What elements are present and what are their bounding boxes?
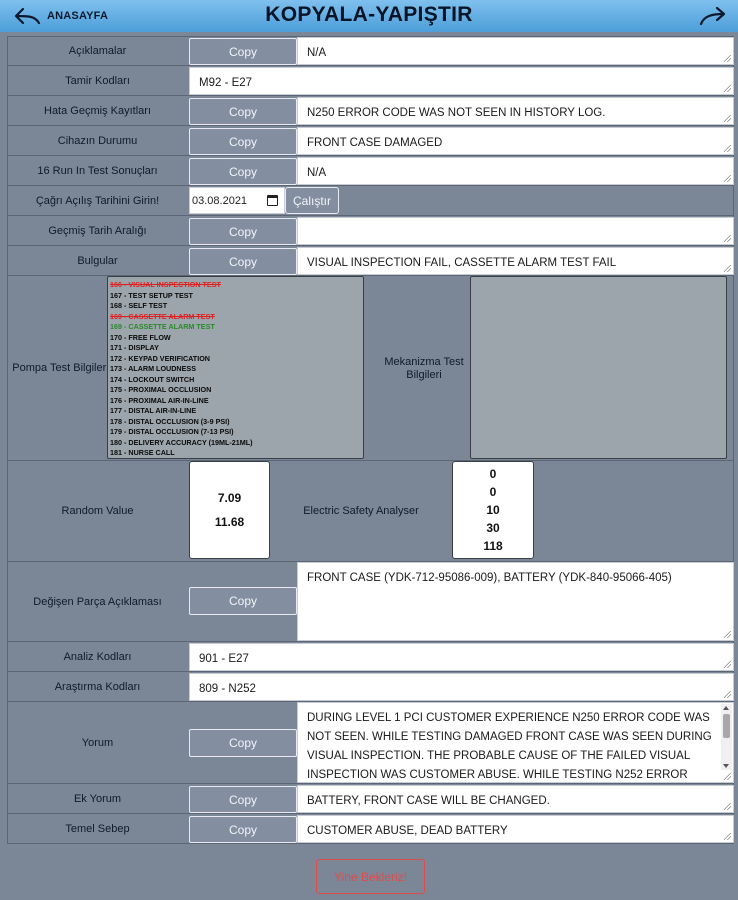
random-value-1: 7.09: [217, 491, 242, 505]
analiz-kodlari-field[interactable]: 901 - E27: [189, 643, 734, 671]
row-ek-yorum: Ek Yorum Copy BATTERY, FRONT CASE WILL B…: [7, 784, 734, 814]
degisen-parca-copy-button[interactable]: Copy: [189, 587, 297, 615]
pump-test-item: 181 - NURSE CALL: [110, 448, 175, 457]
row-bulgular: Bulgular Copy VISUAL INSPECTION FAIL, CA…: [7, 246, 734, 276]
row-values: Random Value Electric Safety Analyser: [7, 461, 734, 562]
yorum-label: Yorum: [81, 736, 114, 749]
mechanism-test-list[interactable]: [470, 276, 727, 459]
electric-value-4: 30: [486, 521, 500, 535]
ek-yorum-field[interactable]: BATTERY, FRONT CASE WILL BE CHANGED.: [297, 785, 734, 813]
cihaz-durumu-field[interactable]: FRONT CASE DAMAGED: [297, 127, 734, 155]
bulgular-label: Bulgular: [77, 254, 118, 267]
pump-test-item: 169 - CASSETTE ALARM TEST: [110, 311, 215, 321]
pump-test-item: 171 - DISPLAY: [110, 343, 159, 352]
pump-test-item: 176 - PROXIMAL AIR-IN-LINE: [110, 395, 209, 405]
yorum-copy-button[interactable]: Copy: [189, 729, 297, 757]
pump-test-item: 175 - PROXIMAL OCCLUSION: [110, 385, 212, 394]
yine-bekleriz-button[interactable]: Yine Bekleriz!: [316, 859, 425, 894]
tamir-kodlari-label: Tamir Kodları: [65, 74, 130, 87]
forward-button[interactable]: [698, 5, 726, 27]
row-gecmis-tarih: Geçmiş Tarih Aralığı Copy: [7, 216, 734, 246]
row-cagri-tarih: Çağrı Açılış Tarihini Girin! 03.08.2021 …: [7, 186, 734, 216]
pump-test-item: 168 - SELF TEST: [110, 301, 168, 310]
aciklamalar-label: Açıklamalar: [68, 44, 127, 57]
yorum-scrollbar[interactable]: [721, 704, 732, 770]
degisen-parca-label: Değişen Parça Açıklaması: [33, 595, 162, 608]
gecmis-tarih-field[interactable]: [297, 217, 734, 245]
pump-test-item: 172 - KEYPAD VERIFICATION: [110, 353, 210, 363]
date-value: 03.08.2021: [192, 194, 248, 207]
forward-arrow-icon: [699, 6, 726, 26]
pump-test-item: 169 - CASSETTE ALARM TEST: [110, 322, 215, 331]
random-value-box: 7.09 11.68: [189, 461, 270, 559]
scroll-up-icon[interactable]: [723, 706, 729, 710]
row-arastirma-kodlari: Araştırma Kodları 809 - N252: [7, 672, 734, 702]
calendar-icon[interactable]: [267, 195, 278, 206]
row-aciklamalar: Açıklamalar Copy N/A: [7, 36, 734, 66]
pompa-test-label: Pompa Test Bilgileri: [12, 362, 109, 374]
degisen-parca-field[interactable]: FRONT CASE (YDK-712-95086-009), BATTERY …: [297, 562, 734, 641]
bulgular-copy-button[interactable]: Copy: [189, 248, 297, 275]
pump-test-item: 170 - FREE FLOW: [110, 332, 171, 342]
cihaz-durumu-label: Cihazın Durumu: [57, 134, 138, 147]
temel-sebep-copy-button[interactable]: Copy: [189, 816, 297, 843]
electric-value-2: 0: [489, 485, 497, 499]
run-in-copy-button[interactable]: Copy: [189, 158, 297, 185]
temel-sebep-field[interactable]: CUSTOMER ABUSE, DEAD BATTERY: [297, 815, 734, 843]
yorum-field[interactable]: DURING LEVEL 1 PCI CUSTOMER EXPERIENCE N…: [297, 702, 734, 783]
pump-test-item: 167 - TEST SETUP TEST: [110, 290, 193, 300]
scroll-thumb[interactable]: [723, 714, 730, 738]
aciklamalar-copy-button[interactable]: Copy: [189, 38, 297, 65]
pump-test-item: 178 - DISTAL OCCLUSION (3-9 PSI): [110, 416, 230, 426]
yorum-text: DURING LEVEL 1 PCI CUSTOMER EXPERIENCE N…: [307, 712, 712, 781]
header-bar: ANASAYFA KOPYALA-YAPIŞTIR: [0, 0, 738, 32]
arastirma-kodlari-field[interactable]: 809 - N252: [189, 673, 734, 701]
pump-test-item: 177 - DISTAL AIR-IN-LINE: [110, 406, 197, 415]
gecmis-tarih-label: Geçmiş Tarih Aralığı: [48, 224, 147, 237]
date-input[interactable]: 03.08.2021: [189, 187, 285, 214]
random-value-2: 11.68: [214, 515, 245, 529]
ek-yorum-copy-button[interactable]: Copy: [189, 786, 297, 813]
cihaz-durumu-copy-button[interactable]: Copy: [189, 128, 297, 155]
hata-gecmis-copy-button[interactable]: Copy: [189, 98, 297, 125]
pump-test-item: 180 - DELIVERY ACCURACY (19ML-21ML): [110, 437, 253, 447]
scroll-down-icon[interactable]: [723, 764, 729, 768]
run-in-field[interactable]: N/A: [297, 157, 734, 185]
run-button[interactable]: Çalıştır: [285, 187, 339, 214]
electric-value-5: 118: [483, 539, 503, 553]
row-analiz-kodlari: Analiz Kodları 901 - E27: [7, 642, 734, 672]
run-in-label: 16 Run In Test Sonuçları: [37, 164, 158, 177]
mekanizma-test-label: Mekanizma Test Bilgileri: [384, 355, 464, 381]
row-hata-gecmis: Hata Geçmiş Kayıtları Copy N250 ERROR CO…: [7, 96, 734, 126]
electric-safety-box: 0 0 10 30 118: [452, 461, 534, 559]
pump-test-item: 166 - VISUAL INSPECTION TEST: [110, 280, 221, 289]
temel-sebep-label: Temel Sebep: [65, 822, 130, 835]
electric-value-3: 10: [486, 503, 500, 517]
gecmis-tarih-copy-button[interactable]: Copy: [189, 218, 297, 245]
pump-test-item: 173 - ALARM LOUDNESS: [110, 364, 196, 373]
random-value-label: Random Value: [61, 504, 134, 517]
row-yorum: Yorum Copy DURING LEVEL 1 PCI CUSTOMER E…: [7, 702, 734, 784]
pump-test-item: 174 - LOCKOUT SWITCH: [110, 374, 195, 384]
row-degisen-parca: Değişen Parça Açıklaması Copy FRONT CASE…: [7, 562, 734, 642]
row-tamir-kodlari: Tamir Kodları M92 - E27: [7, 66, 734, 96]
hata-gecmis-field[interactable]: N250 ERROR CODE WAS NOT SEEN IN HISTORY …: [297, 97, 734, 125]
row-cihaz-durumu: Cihazın Durumu Copy FRONT CASE DAMAGED: [7, 126, 734, 156]
analiz-kodlari-label: Analiz Kodları: [63, 650, 132, 663]
arastirma-kodlari-label: Araştırma Kodları: [54, 680, 141, 693]
bulgular-field[interactable]: VISUAL INSPECTION FAIL, CASSETTE ALARM T…: [297, 247, 734, 275]
page-title: KOPYALA-YAPIŞTIR: [265, 3, 473, 26]
hata-gecmis-label: Hata Geçmiş Kayıtları: [44, 104, 151, 117]
ek-yorum-label: Ek Yorum: [73, 792, 122, 805]
row-temel-sebep: Temel Sebep Copy CUSTOMER ABUSE, DEAD BA…: [7, 814, 734, 844]
electric-safety-label: Electric Safety Analyser: [303, 504, 419, 517]
pump-test-list[interactable]: 166 - VISUAL INSPECTION TEST 167 - TEST S…: [107, 276, 364, 459]
row-run-in: 16 Run In Test Sonuçları Copy N/A: [7, 156, 734, 186]
pump-test-item: 179 - DISTAL OCCLUSION (7-13 PSI): [110, 427, 234, 436]
electric-value-1: 0: [489, 467, 497, 481]
aciklamalar-field[interactable]: N/A: [297, 37, 734, 65]
cagri-tarih-label: Çağrı Açılış Tarihini Girin!: [35, 194, 160, 207]
tamir-kodlari-field[interactable]: M92 - E27: [189, 67, 734, 95]
